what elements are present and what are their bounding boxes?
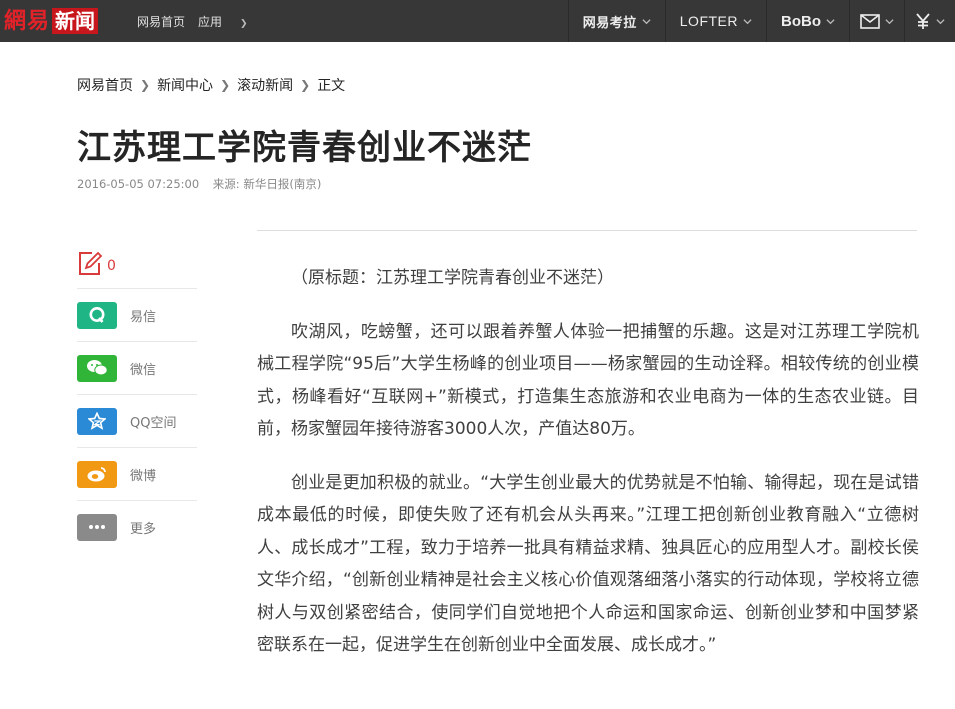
nav-apps-label: 应用 xyxy=(198,14,223,29)
top-nav-left: 网易首页 应用 ❯ xyxy=(137,0,274,42)
breadcrumb: 网易首页 ❯ 新闻中心 ❯ 滚动新闻 ❯ 正文 xyxy=(77,75,345,95)
share-qzone[interactable]: QQ空间 xyxy=(77,394,197,447)
article-source[interactable]: 来源: 新华日报(南京) xyxy=(213,177,322,191)
logo-wangyi-text: 網易 xyxy=(4,8,51,34)
chevron-down-icon xyxy=(743,18,752,24)
top-navigation-bar: 網易 新闻 网易首页 应用 ❯ 网易考拉 LOFTER BoBo xyxy=(0,0,955,42)
chevron-down-icon xyxy=(885,18,894,24)
share-yixin-label: 易信 xyxy=(130,309,157,325)
comment-count-button[interactable]: 0 xyxy=(77,250,116,277)
netease-news-logo[interactable]: 網易 新闻 xyxy=(4,7,99,35)
qzone-icon xyxy=(88,412,106,430)
kaola-label: 网易考拉 xyxy=(582,15,637,31)
article-paragraph: 吹湖风，吃螃蟹，还可以跟着养蟹人体验一把捕蟹的乐趣。这是对江苏理工学院机械工程学… xyxy=(257,321,919,440)
lofter-label: LOFTER xyxy=(679,13,738,29)
article-meta: 2016-05-05 07:25:00 来源: 新华日报(南京) xyxy=(77,176,321,192)
payment-menu[interactable] xyxy=(904,0,955,42)
mail-icon xyxy=(860,13,880,29)
share-more[interactable]: 更多 xyxy=(77,500,197,553)
chevron-down-icon: ❯ xyxy=(240,18,248,29)
breadcrumb-current: 正文 xyxy=(317,78,346,94)
top-nav-right: 网易考拉 LOFTER BoBo xyxy=(567,0,955,42)
article-body: （原标题：江苏理工学院青春创业不迷茫） 吹湖风，吃螃蟹，还可以跟着养蟹人体验一把… xyxy=(257,262,919,683)
nav-apps-menu[interactable]: 应用 ❯ xyxy=(198,13,261,30)
mail-menu[interactable] xyxy=(849,0,904,42)
yen-icon xyxy=(916,12,930,29)
lofter-menu[interactable]: LOFTER xyxy=(664,0,766,42)
article-title: 江苏理工学院青春创业不迷茫 xyxy=(77,128,532,168)
share-weibo[interactable]: 微博 xyxy=(77,447,197,500)
kaola-menu[interactable]: 网易考拉 xyxy=(567,0,665,42)
qzone-button[interactable] xyxy=(77,407,117,435)
article-paragraph: 创业是更加积极的就业。“大学生创业最大的优势就是不怕输、输得起，现在是试错成本最… xyxy=(257,472,919,656)
article-divider xyxy=(257,230,917,231)
article-datetime: 2016-05-05 07:25:00 xyxy=(77,177,200,191)
breadcrumb-home[interactable]: 网易首页 xyxy=(77,75,133,95)
share-qzone-label: QQ空间 xyxy=(130,415,177,431)
breadcrumb-rolling-news[interactable]: 滚动新闻 xyxy=(237,75,293,95)
chevron-right-icon: ❯ xyxy=(300,78,311,92)
chevron-right-icon: ❯ xyxy=(220,78,231,92)
share-weibo-label: 微博 xyxy=(130,468,157,484)
yixin-icon xyxy=(89,307,105,323)
share-yixin[interactable]: 易信 xyxy=(77,288,197,341)
share-wechat[interactable]: 微信 xyxy=(77,341,197,394)
weibo-icon xyxy=(87,467,106,482)
share-wechat-label: 微信 xyxy=(130,362,157,378)
wechat-icon xyxy=(87,360,108,376)
nav-home-link[interactable]: 网易首页 xyxy=(137,13,185,30)
chevron-down-icon xyxy=(936,18,945,24)
share-list: 易信 微信 QQ空间 微博 更多 xyxy=(77,288,197,553)
share-more-label: 更多 xyxy=(130,521,157,537)
comment-edit-icon xyxy=(79,251,103,275)
breadcrumb-news-center[interactable]: 新闻中心 xyxy=(157,75,213,95)
article-paragraph: （原标题：江苏理工学院青春创业不迷茫） xyxy=(291,268,614,288)
chevron-down-icon xyxy=(642,18,651,24)
chevron-right-icon: ❯ xyxy=(140,78,151,92)
more-icon xyxy=(89,525,105,529)
yixin-button[interactable] xyxy=(77,301,117,329)
bobo-menu[interactable]: BoBo xyxy=(766,0,849,42)
wechat-button[interactable] xyxy=(77,354,117,382)
comment-count: 0 xyxy=(107,257,116,274)
chevron-down-icon xyxy=(826,18,835,24)
logo-news-text: 新闻 xyxy=(52,8,99,34)
bobo-label: BoBo xyxy=(781,12,821,30)
more-button[interactable] xyxy=(77,513,117,541)
weibo-button[interactable] xyxy=(77,460,117,488)
